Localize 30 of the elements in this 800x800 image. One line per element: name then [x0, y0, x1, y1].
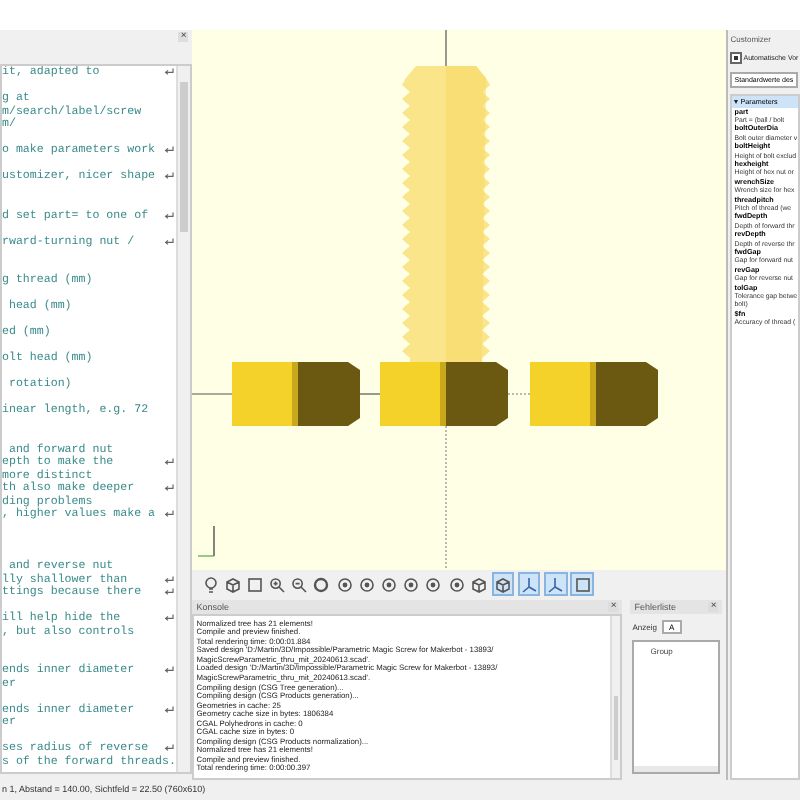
- cube-icon[interactable]: [222, 574, 242, 595]
- axes-icon: [197, 525, 216, 557]
- checkbox[interactable]: [730, 52, 742, 63]
- rotate-icon[interactable]: [312, 574, 332, 595]
- scrollbar[interactable]: [176, 66, 191, 772]
- sphere-icon[interactable]: [357, 574, 377, 595]
- sphere-icon[interactable]: [424, 574, 444, 595]
- sphere-icon[interactable]: [334, 574, 354, 595]
- zoom-in-icon[interactable]: [267, 574, 287, 595]
- sphere-icon[interactable]: [379, 574, 399, 595]
- axis-line: [508, 393, 532, 395]
- scrollbar[interactable]: [634, 766, 719, 772]
- axis-line: [359, 393, 382, 395]
- axes-icon[interactable]: [517, 572, 541, 597]
- axes-icon[interactable]: [544, 572, 568, 597]
- sphere-icon[interactable]: [446, 574, 466, 595]
- nut-drawing: [380, 362, 509, 426]
- nut-drawing: [530, 362, 659, 426]
- bulb-icon[interactable]: [200, 574, 220, 595]
- nut-drawing: [232, 362, 361, 426]
- cube-icon[interactable]: [491, 572, 515, 597]
- frame-icon[interactable]: [570, 572, 594, 597]
- axis-line: [445, 30, 448, 67]
- scrollbar[interactable]: [610, 615, 621, 778]
- sphere-icon[interactable]: [401, 574, 421, 595]
- cube-icon[interactable]: [469, 574, 489, 595]
- axis-line: [192, 393, 234, 395]
- frame-icon[interactable]: [245, 574, 265, 595]
- zoom-out-icon[interactable]: [290, 574, 310, 595]
- 3d-viewport[interactable]: [192, 30, 727, 570]
